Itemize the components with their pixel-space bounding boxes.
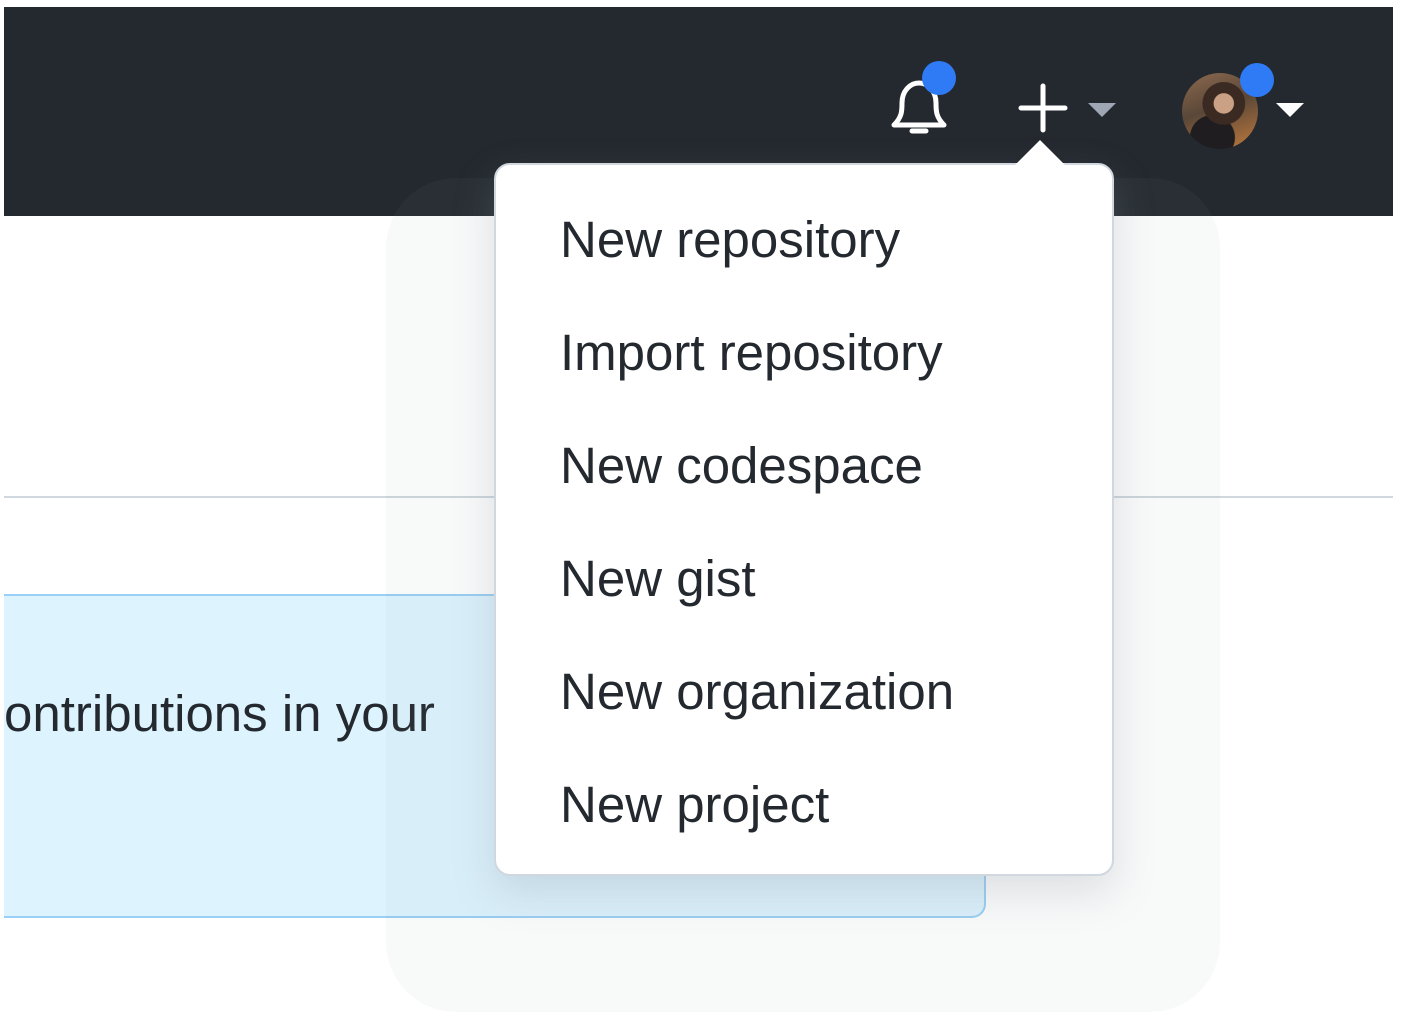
page: ontributions in your New repository Impo… (0, 0, 1404, 1018)
menu-item-new-repository[interactable]: New repository (496, 183, 1112, 296)
create-new-button[interactable] (1016, 81, 1124, 135)
dropdown-arrow (1014, 140, 1066, 166)
create-new-dropdown: New repository Import repository New cod… (494, 140, 1114, 876)
menu-item-new-gist[interactable]: New gist (496, 522, 1112, 635)
chevron-down-icon (1088, 103, 1116, 117)
plus-icon (1018, 83, 1068, 133)
menu-item-import-repository[interactable]: Import repository (496, 296, 1112, 409)
notification-indicator (922, 61, 956, 95)
menu-item-new-project[interactable]: New project (496, 748, 1112, 861)
chevron-down-icon (1276, 103, 1304, 117)
user-status-indicator (1240, 63, 1274, 97)
user-menu-button[interactable] (1178, 63, 1308, 155)
menu-item-new-codespace[interactable]: New codespace (496, 409, 1112, 522)
banner-text: ontributions in your (4, 685, 435, 742)
menu-item-new-organization[interactable]: New organization (496, 635, 1112, 748)
notifications-button[interactable] (888, 61, 956, 141)
create-menu-list: New repository Import repository New cod… (496, 165, 1112, 861)
